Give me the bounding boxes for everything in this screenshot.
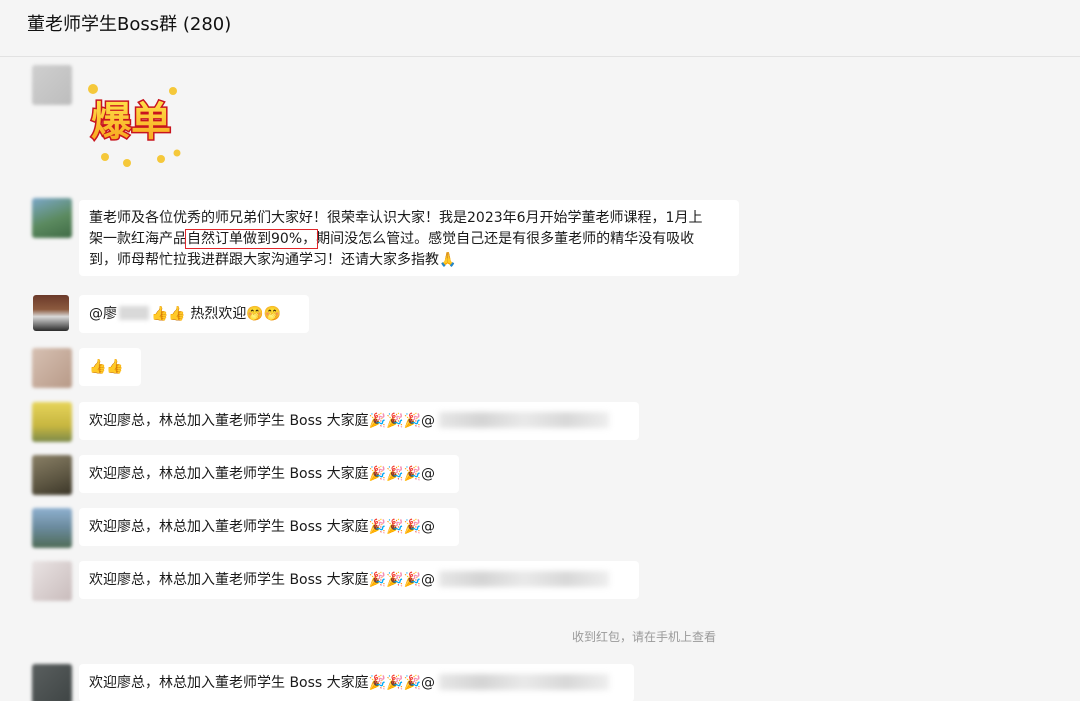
message-line: 到，师母帮忙拉我进群跟大家沟通学习！还请大家多指教🙏 <box>89 252 457 268</box>
avatar[interactable] <box>32 561 72 601</box>
chat-title[interactable]: 董老师学生Boss群 (280) <box>27 13 231 37</box>
avatar[interactable] <box>32 65 72 105</box>
redacted-mention <box>438 412 609 428</box>
coin-icon <box>101 153 109 161</box>
coin-icon <box>173 149 181 157</box>
message-bubble-welcome[interactable]: 欢迎廖总，林总加入董老师学生 Boss 大家庭🎉🎉🎉@ <box>79 402 639 440</box>
redacted-mention <box>438 674 609 690</box>
chat-header: 董老师学生Boss群 (280) <box>0 0 1080 57</box>
redacted-mention <box>438 571 609 587</box>
message-bubble-welcome[interactable]: 欢迎廖总，林总加入董老师学生 Boss 大家庭🎉🎉🎉@ <box>79 455 459 493</box>
avatar[interactable] <box>32 508 72 548</box>
avatar[interactable] <box>32 664 72 701</box>
coin-icon <box>169 87 177 95</box>
coin-icon <box>88 84 98 94</box>
message-text: 欢迎廖总，林总加入董老师学生 Boss 大家庭🎉🎉🎉@ <box>89 466 435 482</box>
coin-icon <box>157 155 165 163</box>
message-text: 欢迎廖总，林总加入董老师学生 Boss 大家庭🎉🎉🎉@ <box>89 413 435 429</box>
message-list[interactable]: 爆单 董老师及各位优秀的师兄弟们大家好！很荣幸认识大家！我是2023年6月开始学… <box>0 57 1080 701</box>
sticker-text: 爆单 <box>91 99 171 145</box>
avatar[interactable] <box>32 198 72 238</box>
message-text: 欢迎廖总，林总加入董老师学生 Boss 大家庭🎉🎉🎉@ <box>89 675 435 691</box>
message-text: 期间没怎么管过。感觉自己还是有很多董老师的精华没有吸收 <box>316 231 695 247</box>
message-bubble-reply[interactable]: @廖 👍👍 热烈欢迎🤭🤭 <box>79 295 309 333</box>
coin-icon <box>123 159 131 167</box>
message-bubble-welcome[interactable]: 欢迎廖总，林总加入董老师学生 Boss 大家庭🎉🎉🎉@ <box>79 664 634 701</box>
message-bubble-intro[interactable]: 董老师及各位优秀的师兄弟们大家好！很荣幸认识大家！我是2023年6月开始学董老师… <box>79 200 739 276</box>
message-line: 董老师及各位优秀的师兄弟们大家好！很荣幸认识大家！我是2023年6月开始学董老师… <box>89 210 703 226</box>
message-bubble-welcome[interactable]: 欢迎廖总，林总加入董老师学生 Boss 大家庭🎉🎉🎉@ <box>79 561 639 599</box>
chat-window: 董老师学生Boss群 (280) 爆单 董老师及各位优秀的师兄弟们大家好！很荣幸… <box>0 0 1080 701</box>
message-bubble-welcome[interactable]: 欢迎廖总，林总加入董老师学生 Boss 大家庭🎉🎉🎉@ <box>79 508 459 546</box>
avatar[interactable] <box>32 455 72 495</box>
message-text: 👍👍 <box>89 359 124 375</box>
message-line: 架一款红海产品自然订单做到90%，期间没怎么管过。感觉自己还是有很多董老师的精华… <box>89 229 729 250</box>
message-text: 👍👍 热烈欢迎🤭🤭 <box>151 306 282 322</box>
avatar[interactable] <box>32 348 72 388</box>
sticker-image[interactable]: 爆单 <box>75 71 187 171</box>
avatar[interactable] <box>33 295 69 331</box>
avatar[interactable] <box>32 402 72 442</box>
message-text: 欢迎廖总，林总加入董老师学生 Boss 大家庭🎉🎉🎉@ <box>89 519 435 535</box>
mention-text[interactable]: @廖 <box>89 306 117 322</box>
message-text: 欢迎廖总，林总加入董老师学生 Boss 大家庭🎉🎉🎉@ <box>89 572 435 588</box>
message-text: 架一款红海产品 <box>89 231 187 247</box>
highlighted-text: 自然订单做到90%， <box>184 229 319 249</box>
redacted-name <box>119 306 149 320</box>
message-bubble-thumbs[interactable]: 👍👍 <box>79 348 141 386</box>
red-packet-notice: 收到红包，请在手机上查看 <box>572 630 717 644</box>
